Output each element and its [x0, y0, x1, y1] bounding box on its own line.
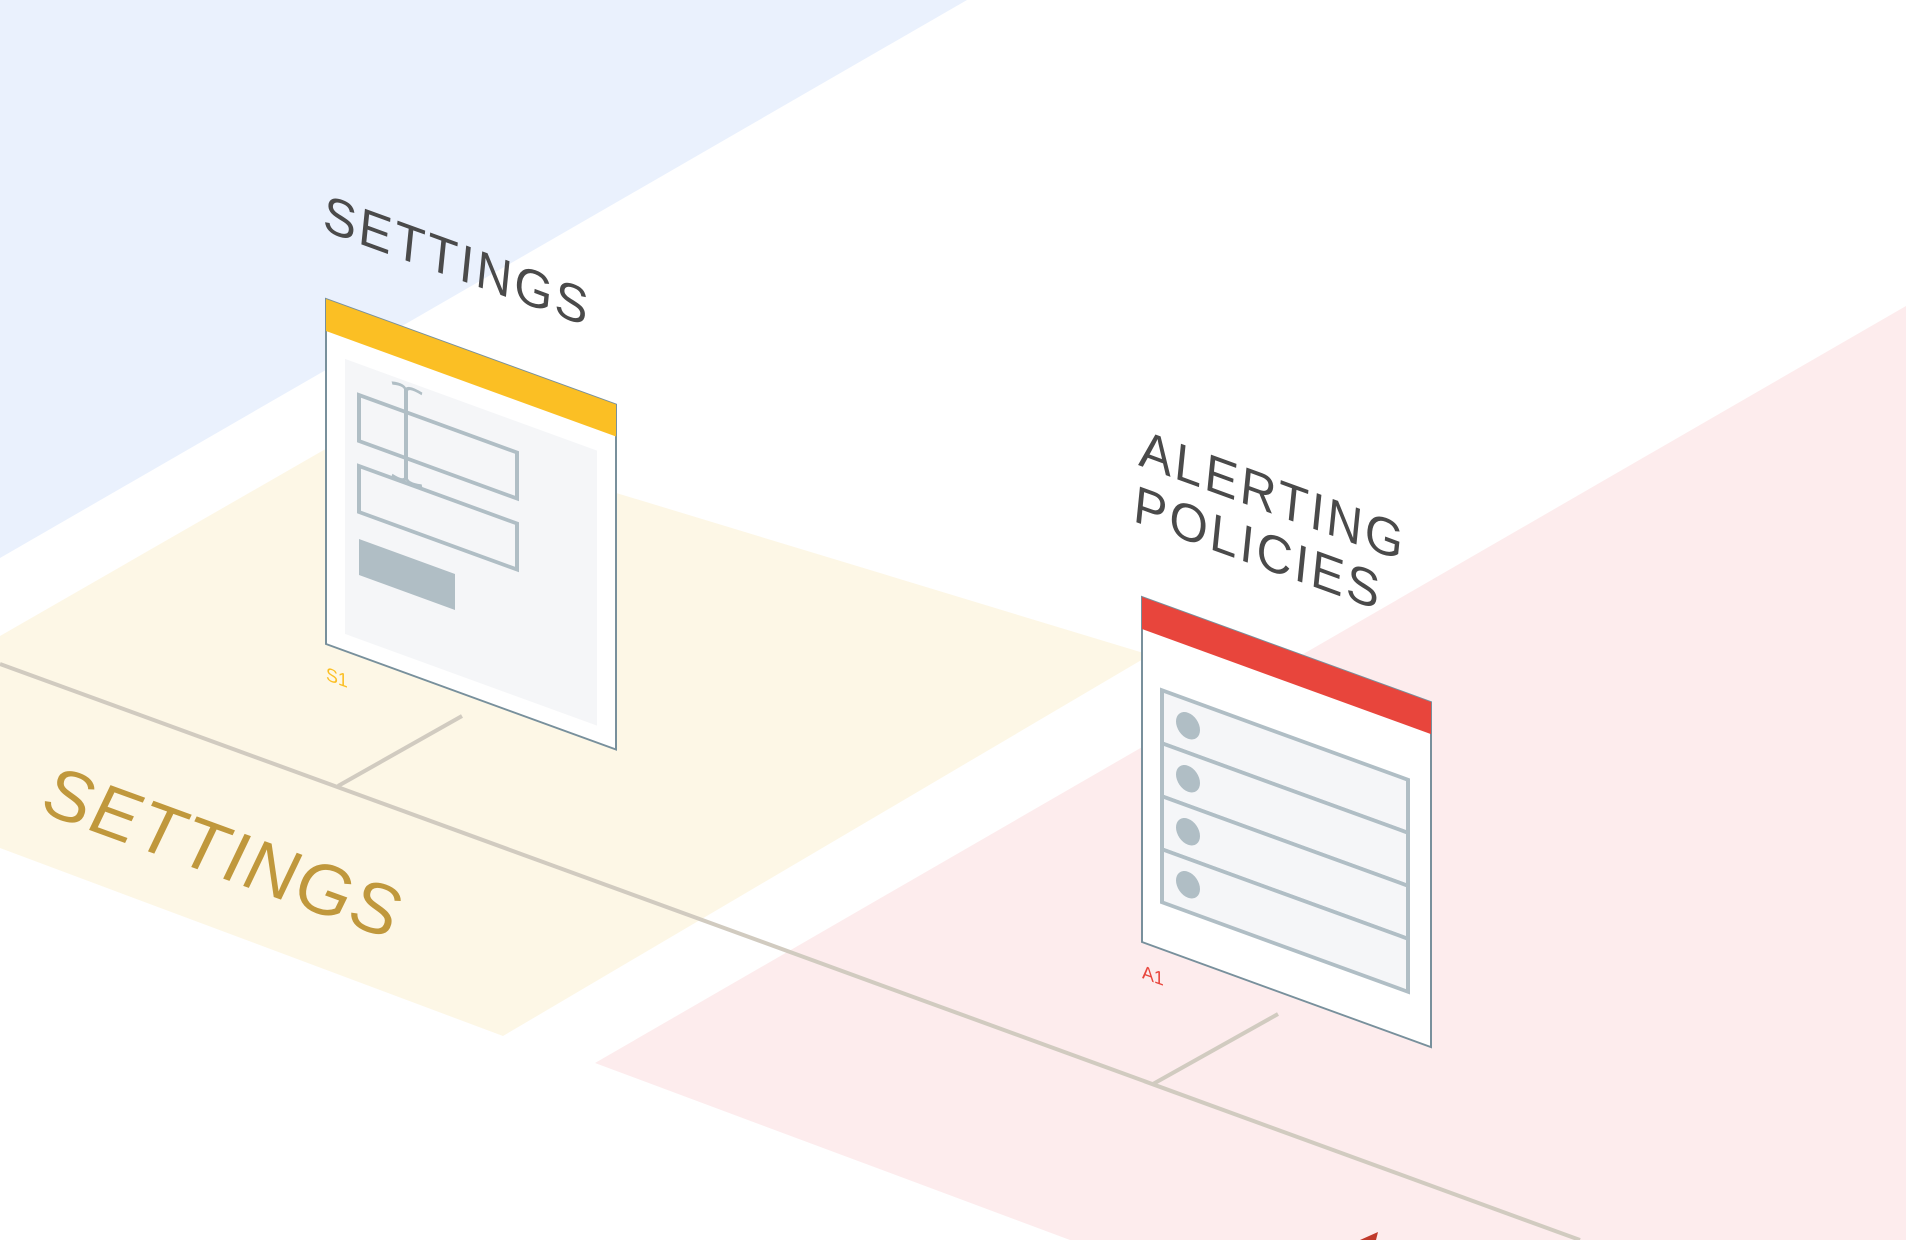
alerting-policies-page-title: ALERTING POLICIES — [1131, 419, 1408, 623]
sitemap-diagram: SETTINGS SETTINGS S1 ALERTING POLICIES A… — [0, 0, 1906, 1240]
